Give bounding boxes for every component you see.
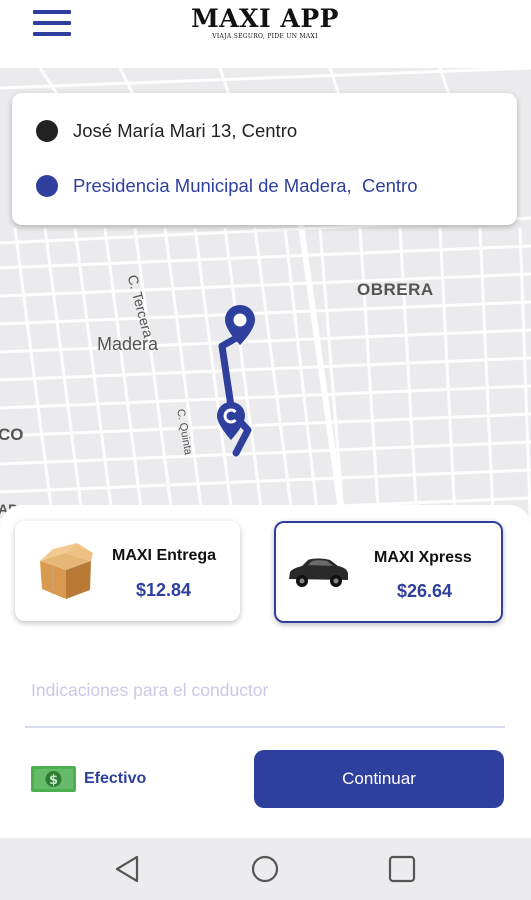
origin-row[interactable]: José María Mari 13, Centro <box>36 120 297 142</box>
destination-pin-icon[interactable] <box>224 304 256 346</box>
app-header: MAXI APP VIAJA SEGURO, PIDE UN MAXI <box>0 0 531 68</box>
service-price-entrega: $12.84 <box>136 580 192 600</box>
app-title: MAXI APP <box>191 4 339 33</box>
driver-instructions-input[interactable] <box>31 680 501 701</box>
request-form: $ Efectivo Continuar <box>0 640 531 838</box>
service-name-entrega: MAXI Entrega <box>112 547 217 564</box>
box-icon <box>40 543 93 599</box>
payment-label: Efectivo <box>84 770 147 787</box>
service-card-xpress[interactable]: MAXI Xpress $26.64 <box>274 521 503 623</box>
app-logo: MAXI APP VIAJA SEGURO, PIDE UN MAXI <box>180 4 350 41</box>
map-edge-label-left: CO <box>0 425 24 444</box>
route-card: José María Mari 13, Centro Presidencia M… <box>12 93 517 225</box>
continue-button[interactable]: Continuar <box>254 750 504 808</box>
service-card-entrega[interactable]: MAXI Entrega $12.84 <box>15 521 240 621</box>
town-label: Madera <box>97 334 159 354</box>
neighborhood-label: OBRERA <box>357 280 434 299</box>
back-icon[interactable] <box>110 852 144 886</box>
cash-icon: $ <box>31 766 76 792</box>
app-tagline: VIAJA SEGURO, PIDE UN MAXI <box>212 33 318 40</box>
origin-address: José María Mari 13, Centro <box>73 120 298 141</box>
service-price-xpress: $26.64 <box>397 581 453 601</box>
destination-row[interactable]: Presidencia Municipal de Madera, Centro <box>36 175 417 197</box>
payment-method[interactable]: $ Efectivo <box>31 766 146 792</box>
origin-dot-icon <box>36 120 58 142</box>
home-icon[interactable] <box>248 852 282 886</box>
input-underline <box>25 726 505 728</box>
car-icon <box>289 558 348 587</box>
service-name-xpress: MAXI Xpress <box>374 549 472 566</box>
destination-dot-icon <box>36 175 58 197</box>
origin-pin-icon[interactable] <box>216 401 246 441</box>
hamburger-menu-icon[interactable] <box>33 10 71 38</box>
recents-icon[interactable] <box>385 852 419 886</box>
destination-address: Presidencia Municipal de Madera, Centro <box>73 175 418 196</box>
svg-text:$: $ <box>49 773 58 788</box>
system-nav-bar <box>0 838 531 900</box>
service-options: MAXI Entrega $12.84 MAXI Xpress $26.64 <box>0 505 531 640</box>
